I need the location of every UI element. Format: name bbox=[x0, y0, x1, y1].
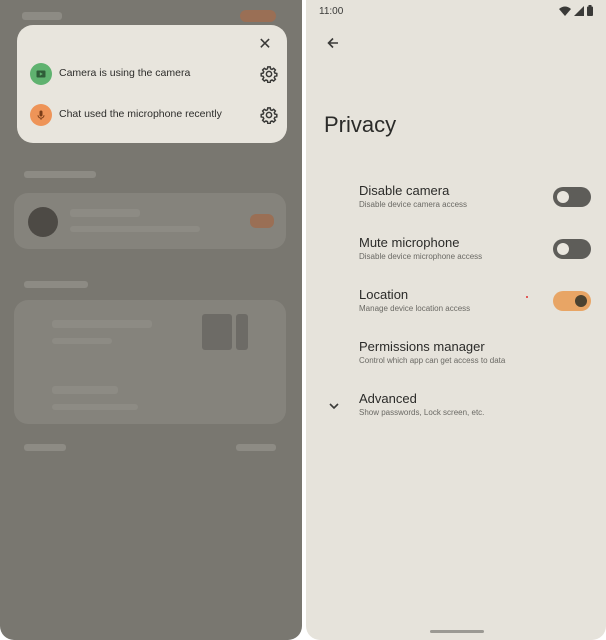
setting-subtitle: Disable device camera access bbox=[359, 200, 468, 209]
blurred-badge bbox=[250, 214, 274, 228]
disable-camera-setting[interactable]: Disable camera Disable device camera acc… bbox=[359, 183, 599, 223]
blurred-text bbox=[52, 386, 118, 394]
blurred-section-header bbox=[24, 281, 88, 288]
setting-title: Permissions manager bbox=[359, 339, 485, 354]
home-gesture-bar[interactable] bbox=[430, 630, 484, 633]
back-arrow-icon[interactable] bbox=[325, 35, 341, 51]
camera-icon bbox=[36, 70, 46, 78]
location-setting[interactable]: Location Manage device location access bbox=[359, 287, 599, 327]
advanced-setting[interactable]: Advanced Show passwords, Lock screen, et… bbox=[359, 391, 599, 431]
wifi-icon bbox=[559, 6, 571, 16]
toggle-knob bbox=[557, 191, 569, 203]
setting-title: Advanced bbox=[359, 391, 417, 406]
battery-icon bbox=[587, 5, 593, 16]
blurred-text bbox=[236, 444, 276, 451]
camera-usage-text: Camera is using the camera bbox=[59, 67, 191, 79]
camera-app-chip bbox=[30, 63, 52, 85]
blurred-thumbnail bbox=[236, 314, 248, 350]
blurred-thumbnail bbox=[202, 314, 232, 350]
close-icon[interactable]: ✕ bbox=[257, 37, 273, 53]
blurred-text bbox=[24, 444, 66, 451]
page-title: Privacy bbox=[324, 112, 397, 137]
toggle-knob bbox=[575, 295, 587, 307]
setting-subtitle: Manage device location access bbox=[359, 304, 471, 313]
privacy-indicator-popup: ✕ Camera is using the camera Chat used t… bbox=[17, 25, 287, 143]
microphone-icon bbox=[37, 110, 45, 120]
signal-icon bbox=[574, 5, 584, 16]
blurred-text bbox=[52, 320, 152, 328]
blurred-text bbox=[70, 209, 140, 217]
mute-microphone-setting[interactable]: Mute microphone Disable device microphon… bbox=[359, 235, 599, 275]
gear-icon[interactable] bbox=[260, 65, 278, 83]
red-dot bbox=[526, 296, 528, 298]
blurred-avatar bbox=[28, 207, 58, 237]
location-toggle[interactable] bbox=[553, 291, 591, 311]
blurred-section-header bbox=[24, 171, 96, 178]
setting-subtitle: Disable device microphone access bbox=[359, 252, 483, 261]
microphone-app-chip bbox=[30, 104, 52, 126]
microphone-usage-row[interactable]: Chat used the microphone recently bbox=[30, 104, 278, 128]
camera-usage-row[interactable]: Camera is using the camera bbox=[30, 63, 278, 87]
setting-subtitle: Control which app can get access to data bbox=[359, 356, 506, 365]
mute-microphone-toggle[interactable] bbox=[553, 239, 591, 259]
blurred-text bbox=[70, 226, 200, 232]
setting-subtitle: Show passwords, Lock screen, etc. bbox=[359, 408, 485, 417]
toggle-knob bbox=[557, 243, 569, 255]
blurred-text bbox=[52, 338, 112, 344]
blurred-status-chip bbox=[240, 10, 276, 22]
setting-title: Disable camera bbox=[359, 183, 450, 198]
privacy-settings-screen: 11:00 Privacy Disable camera Disable dev… bbox=[306, 0, 606, 640]
status-icons bbox=[559, 5, 593, 16]
permissions-manager-setting[interactable]: Permissions manager Control which app ca… bbox=[359, 339, 599, 379]
blurred-status-text bbox=[22, 12, 62, 20]
setting-title: Location bbox=[359, 287, 409, 302]
setting-title: Mute microphone bbox=[359, 235, 460, 250]
microphone-usage-text: Chat used the microphone recently bbox=[59, 108, 222, 120]
gear-icon[interactable] bbox=[260, 106, 278, 124]
chevron-down-icon[interactable] bbox=[326, 398, 342, 414]
notification-shade-screen: ✕ Camera is using the camera Chat used t… bbox=[0, 0, 302, 640]
status-time: 11:00 bbox=[319, 6, 344, 17]
blurred-text bbox=[52, 404, 138, 410]
disable-camera-toggle[interactable] bbox=[553, 187, 591, 207]
